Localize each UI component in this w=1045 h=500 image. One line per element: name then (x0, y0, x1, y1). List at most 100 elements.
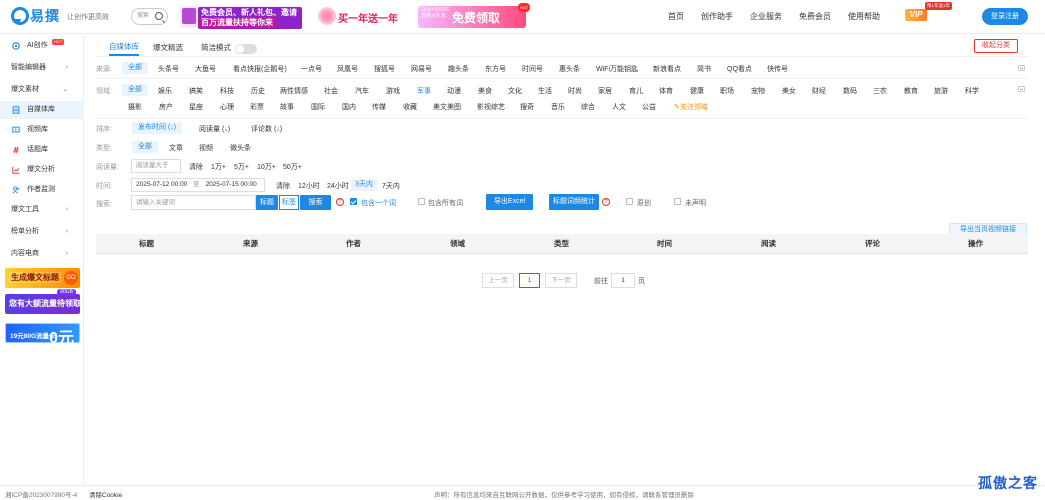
ad-data-card[interactable]: 19元80G流量卡 0元 (5, 323, 80, 347)
follow-domain-link[interactable]: ✎关注领域 (674, 102, 708, 112)
type-option[interactable]: 微头条 (230, 143, 251, 153)
sidebar-group-material[interactable]: 爆文素材 ⌄ (0, 81, 84, 99)
source-option[interactable]: 凤凰号 (337, 64, 358, 74)
sort-option[interactable]: 发布时间 (↓) (132, 122, 183, 134)
domain-option[interactable]: 宠物 (751, 86, 765, 96)
domain-option[interactable]: 军事 (417, 86, 431, 96)
domain-option[interactable]: 美女 (782, 86, 796, 96)
domain-option[interactable]: 影视综艺 (477, 102, 505, 112)
sidebar-item-media-library[interactable]: 自媒体库 (0, 101, 84, 119)
expand-domains-icon[interactable] (1018, 86, 1025, 92)
domain-option[interactable]: 社会 (324, 86, 338, 96)
domain-option[interactable]: 公益 (642, 102, 656, 112)
domain-option[interactable]: 国际 (311, 102, 325, 112)
promo-banner-year[interactable]: 买一年送一年 (318, 6, 404, 28)
sidebar-item-topic-library[interactable]: # 话题库 (0, 141, 84, 159)
reads-option[interactable]: 5万+ (234, 162, 249, 172)
date-range-input[interactable]: 2025-07-12 00:00 至 2025-07-15 00:00 (131, 178, 265, 192)
source-option[interactable]: 网易号 (411, 64, 432, 74)
source-option[interactable]: WiFi万能钥匙 (596, 64, 638, 74)
type-option[interactable]: 文章 (169, 143, 183, 153)
domain-option[interactable]: 音乐 (551, 102, 565, 112)
page-1-button[interactable]: 1 (519, 273, 540, 288)
domain-option[interactable]: 综合 (581, 102, 595, 112)
nav-enterprise[interactable]: 企业服务 (750, 11, 782, 22)
source-option[interactable]: 新浪看点 (653, 64, 681, 74)
domain-option[interactable]: 传媒 (372, 102, 386, 112)
domain-option[interactable]: 数码 (843, 86, 857, 96)
search-button[interactable]: 搜索 (300, 195, 331, 210)
collapse-categories-button[interactable]: 收起分类 (974, 39, 1018, 53)
next-page-button[interactable]: 下一页 (545, 273, 577, 288)
sidebar-item-article-analysis[interactable]: 爆文分析 (0, 161, 84, 179)
domain-option[interactable]: 搜奇 (520, 102, 534, 112)
domain-option[interactable]: 文化 (508, 86, 522, 96)
title-frequency-button[interactable]: 标题词频统计 (549, 194, 599, 210)
time-option[interactable]: 3天内 (351, 179, 377, 191)
reads-option[interactable]: 50万+ (283, 162, 302, 172)
domain-option[interactable]: 心理 (220, 102, 234, 112)
column-actions[interactable]: 操作 (968, 234, 983, 254)
domain-option[interactable]: 职场 (720, 86, 734, 96)
domain-option[interactable]: 娱乐 (158, 86, 172, 96)
domain-option[interactable]: 美食 (478, 86, 492, 96)
column-author[interactable]: 作者 (346, 234, 361, 254)
type-option[interactable]: 全部 (132, 141, 158, 153)
source-option[interactable]: 时间号 (522, 64, 543, 74)
column-type[interactable]: 类型 (554, 234, 569, 254)
type-option[interactable]: 视频 (199, 143, 213, 153)
source-option[interactable]: 大鱼号 (195, 64, 216, 74)
sidebar-group-editor[interactable]: 智能编辑器 › (0, 59, 84, 77)
simple-mode-toggle[interactable] (235, 43, 257, 54)
domain-option[interactable]: 房产 (159, 102, 173, 112)
goto-page-input[interactable]: 1 (611, 273, 635, 288)
source-option[interactable]: 惠头条 (559, 64, 580, 74)
sort-option[interactable]: 阅读量 (↓) (199, 124, 230, 134)
include-one-checkbox[interactable] (350, 198, 357, 205)
sidebar-group-tools[interactable]: 爆文工具 › (0, 201, 84, 219)
domain-option[interactable]: 全部 (122, 84, 148, 96)
original-checkbox[interactable] (626, 198, 633, 205)
domain-option[interactable]: 国内 (342, 102, 356, 112)
source-option[interactable]: 一点号 (301, 64, 322, 74)
domain-option[interactable]: 旅游 (934, 86, 948, 96)
search-icon[interactable] (155, 12, 163, 20)
tab-media-library[interactable]: 自媒体库 (109, 41, 139, 56)
domain-option[interactable]: 时尚 (568, 86, 582, 96)
source-option[interactable]: 趣头条 (448, 64, 469, 74)
search-mode-title[interactable]: 标题 (256, 195, 278, 210)
logo[interactable]: 易撰 (10, 6, 60, 26)
ad-title-generator[interactable]: 生成爆文标题 GO (5, 268, 80, 288)
domain-option[interactable]: 体育 (659, 86, 673, 96)
time-option[interactable]: 24小时 (327, 181, 349, 191)
reads-option[interactable]: 1万+ (211, 162, 226, 172)
tab-selected-articles[interactable]: 爆文精选 (153, 42, 183, 55)
domain-option[interactable]: 家居 (598, 86, 612, 96)
source-option[interactable]: 搜狐号 (374, 64, 395, 74)
nav-help[interactable]: 使用帮助 (848, 11, 880, 22)
domain-option[interactable]: 三农 (873, 86, 887, 96)
ad-traffic-claim[interactable]: 80GB 您有大额流量待领取 (5, 289, 81, 314)
sidebar-item-ai-writing[interactable]: AI创作 HOT (0, 37, 84, 55)
reads-option[interactable]: 10万+ (257, 162, 276, 172)
domain-option[interactable]: 科技 (220, 86, 234, 96)
source-option[interactable]: 简书 (697, 64, 711, 74)
undeclared-checkbox[interactable] (674, 198, 681, 205)
domain-option[interactable]: 两性情感 (280, 86, 308, 96)
column-source[interactable]: 来源 (243, 234, 258, 254)
column-title[interactable]: 标题 (139, 234, 154, 254)
vip-icon[interactable]: VIP (905, 9, 927, 21)
domain-option[interactable]: 故事 (280, 102, 294, 112)
domain-option[interactable]: 美文美图 (433, 102, 461, 112)
domain-option[interactable]: 教育 (904, 86, 918, 96)
domain-option[interactable]: 生活 (538, 86, 552, 96)
source-option[interactable]: 东方号 (485, 64, 506, 74)
domain-option[interactable]: 游戏 (386, 86, 400, 96)
domain-option[interactable]: 育儿 (629, 86, 643, 96)
source-option[interactable]: 全部 (122, 62, 148, 74)
nav-home[interactable]: 首页 (668, 11, 684, 22)
help-icon[interactable]: ? (336, 198, 344, 206)
domain-option[interactable]: 摄影 (128, 102, 142, 112)
domain-option[interactable]: 健康 (690, 86, 704, 96)
domain-option[interactable]: 星座 (189, 102, 203, 112)
